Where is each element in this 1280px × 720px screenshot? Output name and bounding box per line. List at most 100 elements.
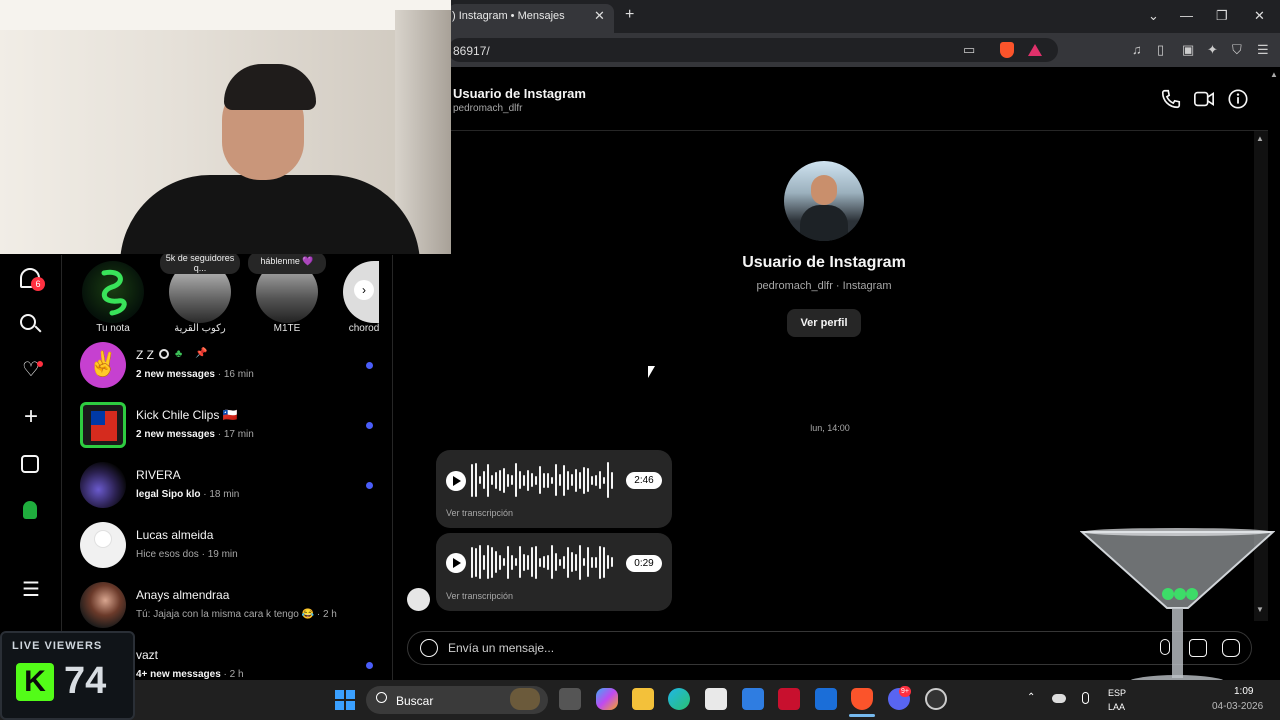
snake-logo-icon — [101, 269, 127, 316]
waveform-bar — [591, 475, 593, 485]
brave-shield-icon[interactable] — [1000, 42, 1014, 58]
live-viewer-count: 74 — [64, 660, 107, 702]
windows-start-icon[interactable] — [335, 690, 355, 710]
voice-waveform[interactable] — [471, 542, 613, 582]
mcafee-icon[interactable] — [778, 688, 800, 710]
brave-rewards-icon[interactable] — [1028, 44, 1042, 56]
view-profile-button[interactable]: Ver perfil — [787, 309, 861, 337]
waveform-bar — [571, 552, 573, 572]
language-bottom[interactable]: LAA — [1108, 702, 1125, 712]
waveform-bar — [579, 471, 581, 489]
page-scroll-up-icon[interactable]: ▲ — [1270, 70, 1278, 79]
waveform-bar — [483, 471, 485, 489]
discord-badge: 9+ — [899, 686, 911, 697]
conversation-name: Anays almendraa — [136, 588, 230, 602]
taskbar-time[interactable]: 1:09 — [1234, 686, 1253, 697]
waveform-bar — [507, 473, 509, 487]
task-view-icon[interactable] — [559, 688, 581, 710]
avatar-rivera — [80, 462, 126, 508]
onedrive-icon[interactable] — [1052, 694, 1066, 703]
tray-overflow-chevron-icon[interactable]: ⌃ — [1027, 692, 1035, 703]
media-icon[interactable]: ♫ — [1132, 42, 1142, 57]
waveform-bar — [531, 547, 533, 577]
tab-close-icon[interactable]: ✕ — [594, 8, 605, 24]
waveform-bar — [591, 556, 593, 568]
emoji-icon[interactable] — [420, 639, 438, 657]
taskbar-search-label: Buscar — [396, 694, 434, 708]
waveform-bar — [511, 554, 513, 570]
story-note-bubble-2: 5k de seguidores q... — [160, 252, 240, 274]
conversation-name: Lucas almeida — [136, 528, 214, 542]
video-call-icon[interactable] — [1193, 88, 1215, 110]
webcam-person-body — [120, 175, 420, 254]
taskbar-date[interactable]: 04-03-2026 — [1212, 701, 1263, 712]
search-icon[interactable] — [20, 314, 36, 330]
dashboard-icon[interactable] — [21, 455, 39, 473]
waveform-bar — [595, 474, 597, 486]
waveform-bar — [547, 554, 549, 570]
wallet-icon[interactable]: ▣ — [1182, 42, 1194, 58]
conversation-preview: Hice esos dos · 19 min — [136, 549, 238, 560]
app-icon[interactable] — [742, 688, 764, 710]
copilot-icon[interactable] — [596, 688, 618, 710]
scroll-up-icon[interactable]: ▲ — [1256, 134, 1264, 143]
play-icon — [453, 476, 461, 486]
waveform-bar — [475, 463, 477, 497]
minimize-icon[interactable]: — — [1180, 8, 1193, 23]
waveform-bar — [555, 553, 557, 571]
waveform-bar — [575, 553, 577, 571]
waveform-bar — [539, 466, 541, 494]
unread-dot — [366, 362, 373, 369]
conversation-info-icon[interactable] — [1227, 88, 1249, 110]
app-circle-icon[interactable] — [925, 688, 947, 710]
sidebar-icon[interactable]: ▯ — [1157, 42, 1164, 58]
voice-waveform[interactable] — [471, 460, 613, 500]
view-transcription-link[interactable]: Ver transcripción — [446, 591, 513, 601]
view-transcription-link[interactable]: Ver transcripción — [446, 508, 513, 518]
phone-call-icon[interactable] — [1160, 88, 1182, 110]
vpn-shield-icon[interactable]: ⛉ — [1232, 42, 1242, 58]
voice-duration: 2:46 — [626, 472, 662, 489]
outlook-icon[interactable] — [815, 688, 837, 710]
create-plus-icon[interactable]: + — [19, 405, 43, 429]
file-explorer-icon[interactable] — [632, 688, 654, 710]
stories-next-arrow-icon[interactable]: › — [354, 280, 374, 300]
waveform-bar — [519, 546, 521, 578]
clover-emoji-icon: ♣ — [175, 348, 183, 360]
avatar-lucas-default — [80, 522, 126, 568]
waveform-bar — [523, 474, 525, 486]
menu-icon[interactable]: ☰ — [1257, 42, 1269, 58]
message-input[interactable] — [448, 638, 1128, 658]
waveform-bar — [527, 469, 529, 491]
unread-dot — [366, 482, 373, 489]
profile-subtitle: pedromach_dlfr · Instagram — [756, 280, 892, 292]
edge-icon[interactable] — [668, 688, 690, 710]
profile-avatar-icon[interactable] — [23, 501, 37, 519]
waveform-bar — [551, 545, 553, 579]
waveform-bar — [567, 470, 569, 490]
kick-logo-letter: K — [24, 665, 46, 698]
waveform-bar — [543, 472, 545, 488]
waveform-bar — [503, 558, 505, 566]
maximize-icon[interactable]: ❐ — [1216, 8, 1228, 24]
window-close-icon[interactable]: ✕ — [1254, 8, 1265, 24]
story-avatar-your-note[interactable] — [82, 261, 144, 323]
cast-icon[interactable]: ▭ — [963, 42, 975, 58]
taskbar-search-icon — [376, 692, 387, 703]
microsoft-store-icon[interactable] — [705, 688, 727, 710]
waveform-bar — [551, 476, 553, 484]
leo-ai-icon[interactable]: ✦ — [1207, 42, 1218, 58]
profile-avatar[interactable] — [784, 161, 864, 241]
more-menu-icon[interactable]: ☰ — [19, 578, 43, 602]
tray-microphone-icon[interactable] — [1082, 692, 1089, 704]
unread-dot — [366, 662, 373, 669]
messages-badge: 6 — [31, 277, 45, 291]
tab-list-chevron-icon[interactable]: ⌄ — [1148, 8, 1159, 24]
waveform-bar — [559, 474, 561, 486]
waveform-bar — [603, 546, 605, 578]
new-tab-icon[interactable]: + — [625, 6, 634, 24]
waveform-bar — [479, 545, 481, 579]
chat-header-name[interactable]: Usuario de Instagram — [453, 86, 586, 101]
brave-taskbar-icon[interactable] — [851, 688, 873, 710]
language-top[interactable]: ESP — [1108, 688, 1126, 698]
